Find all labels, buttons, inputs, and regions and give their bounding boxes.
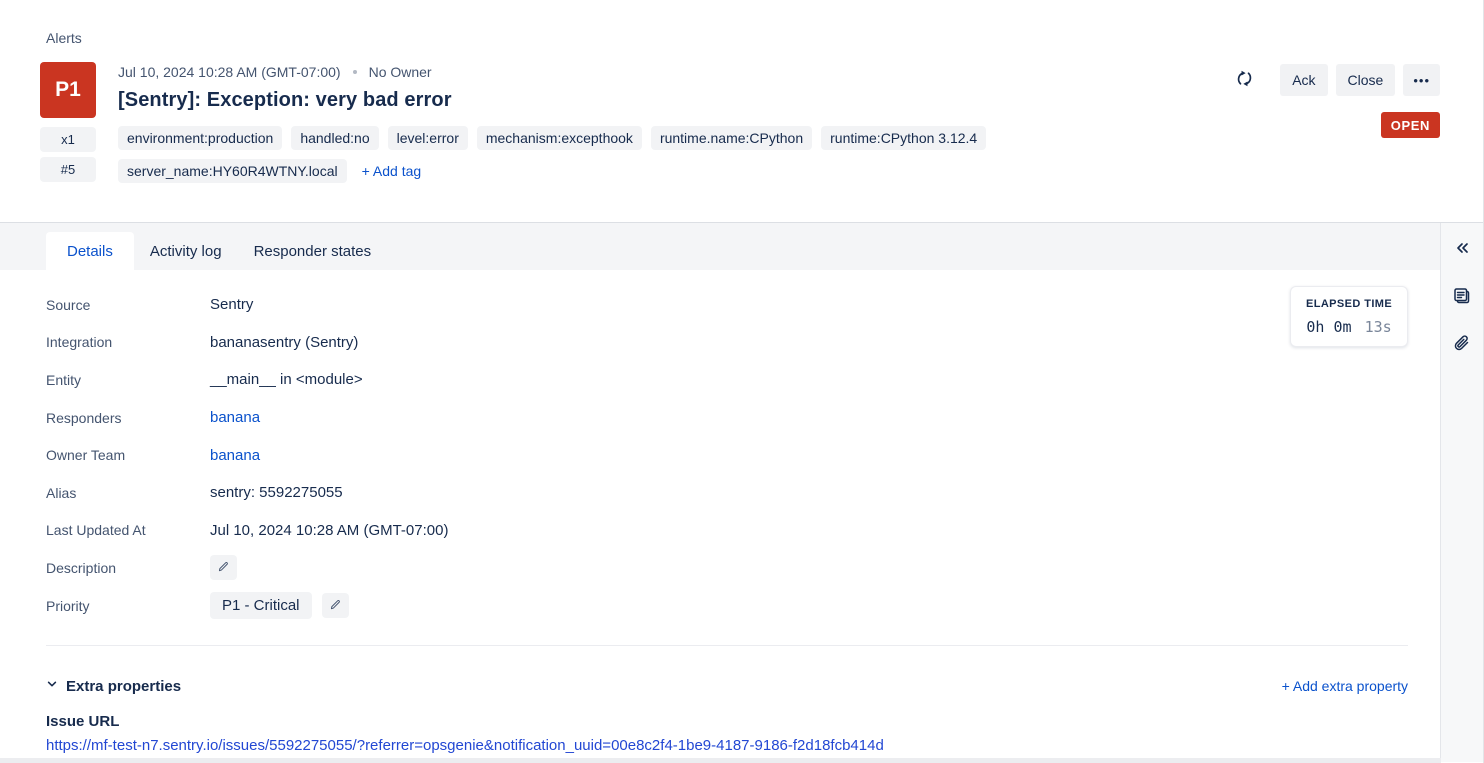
attachments-panel-button[interactable] bbox=[1450, 332, 1474, 359]
paperclip-icon bbox=[1452, 334, 1472, 357]
tag-pill: level:error bbox=[388, 126, 468, 150]
owner-team-link[interactable]: banana bbox=[210, 447, 260, 464]
meta-row: Jul 10, 2024 10:28 AM (GMT-07:00) No Own… bbox=[118, 64, 1128, 80]
notes-icon bbox=[1452, 286, 1472, 309]
priority-column: P1 x1 #5 bbox=[40, 62, 96, 183]
main-column: Details Activity log Responder states So… bbox=[0, 223, 1440, 762]
field-row-owner-team: Owner Team banana bbox=[46, 436, 448, 474]
tag-pill: mechanism:excepthook bbox=[477, 126, 642, 150]
priority-badge: P1 bbox=[40, 62, 96, 118]
elapsed-seconds: 13s bbox=[1365, 318, 1392, 336]
refresh-icon bbox=[1235, 69, 1254, 91]
field-row-source: Source Sentry bbox=[46, 286, 448, 324]
responders-link[interactable]: banana bbox=[210, 409, 260, 426]
right-sidebar bbox=[1440, 223, 1483, 762]
add-tag-link[interactable]: + Add tag bbox=[362, 163, 422, 179]
double-chevron-left-icon bbox=[1452, 238, 1472, 261]
field-label: Priority bbox=[46, 598, 210, 614]
tiny-id-badge: #5 bbox=[40, 157, 96, 182]
field-label: Integration bbox=[46, 334, 210, 350]
elapsed-time-card: ELAPSED TIME 0h 0m 13s bbox=[1290, 286, 1408, 347]
field-value: sentry: 5592275055 bbox=[210, 484, 343, 501]
elapsed-time-title: ELAPSED TIME bbox=[1301, 298, 1397, 310]
field-row-last-updated: Last Updated At Jul 10, 2024 10:28 AM (G… bbox=[46, 512, 448, 550]
alert-details-page: Alerts P1 x1 #5 Jul 10, 2024 10:28 AM (G… bbox=[0, 0, 1484, 763]
header-center: Jul 10, 2024 10:28 AM (GMT-07:00) No Own… bbox=[118, 62, 1128, 183]
elapsed-minutes: 0m bbox=[1333, 318, 1351, 336]
field-value: Sentry bbox=[210, 296, 253, 313]
tag-list: environment:production handled:no level:… bbox=[118, 126, 1118, 183]
collapse-sidebar-button[interactable] bbox=[1450, 236, 1474, 263]
field-value: __main__ in <module> bbox=[210, 371, 363, 388]
issue-url-label: Issue URL bbox=[46, 713, 1408, 730]
issue-url-link[interactable]: https://mf-test-n7.sentry.io/issues/5592… bbox=[46, 737, 1408, 754]
alert-header: Alerts P1 x1 #5 Jul 10, 2024 10:28 AM (G… bbox=[0, 0, 1483, 223]
field-label: Alias bbox=[46, 485, 210, 501]
field-list: Source Sentry Integration bananasentry (… bbox=[46, 286, 448, 624]
field-label: Source bbox=[46, 297, 210, 313]
elapsed-time-value: 0h 0m 13s bbox=[1301, 318, 1397, 336]
edit-description-button[interactable] bbox=[210, 555, 237, 580]
field-row-integration: Integration bananasentry (Sentry) bbox=[46, 324, 448, 362]
horizontal-scrollbar-track[interactable] bbox=[0, 758, 1441, 763]
tab-activity-log[interactable]: Activity log bbox=[134, 232, 238, 270]
alert-title: [Sentry]: Exception: very bad error bbox=[118, 89, 1128, 112]
tab-bar: Details Activity log Responder states bbox=[0, 223, 1440, 270]
field-label: Owner Team bbox=[46, 447, 210, 463]
pencil-icon bbox=[329, 598, 342, 614]
close-button[interactable]: Close bbox=[1336, 64, 1396, 96]
owner-label: No Owner bbox=[369, 64, 432, 80]
breadcrumb[interactable]: Alerts bbox=[46, 30, 82, 46]
pencil-icon bbox=[217, 560, 230, 576]
field-label: Last Updated At bbox=[46, 522, 210, 538]
extra-properties-title: Extra properties bbox=[66, 678, 181, 695]
field-label: Entity bbox=[46, 372, 210, 388]
dot-separator bbox=[353, 70, 357, 74]
field-label: Responders bbox=[46, 410, 210, 426]
notes-panel-button[interactable] bbox=[1450, 284, 1474, 311]
tag-pill: runtime.name:CPython bbox=[651, 126, 812, 150]
tab-responder-states[interactable]: Responder states bbox=[238, 232, 388, 270]
details-panel: Source Sentry Integration bananasentry (… bbox=[0, 270, 1440, 762]
add-extra-property-link[interactable]: + Add extra property bbox=[1282, 678, 1408, 694]
actions-row: Ack Close ••• bbox=[1231, 64, 1440, 96]
header-main: P1 x1 #5 Jul 10, 2024 10:28 AM (GMT-07:0… bbox=[40, 62, 1128, 183]
body: Details Activity log Responder states So… bbox=[0, 223, 1483, 762]
field-value: bananasentry (Sentry) bbox=[210, 334, 358, 351]
field-row-description: Description bbox=[46, 549, 448, 587]
tag-pill: handled:no bbox=[291, 126, 378, 150]
field-row-responders: Responders banana bbox=[46, 399, 448, 437]
elapsed-hours: 0h bbox=[1306, 318, 1324, 336]
extra-properties-toggle[interactable]: Extra properties bbox=[46, 677, 181, 695]
header-actions: Ack Close ••• OPEN bbox=[1231, 64, 1440, 138]
field-row-alias: Alias sentry: 5592275055 bbox=[46, 474, 448, 512]
field-row-entity: Entity __main__ in <module> bbox=[46, 361, 448, 399]
tab-details[interactable]: Details bbox=[46, 232, 134, 270]
section-divider bbox=[46, 645, 1408, 646]
edit-priority-button[interactable] bbox=[322, 593, 349, 618]
tag-pill: environment:production bbox=[118, 126, 282, 150]
status-row: OPEN bbox=[1231, 112, 1440, 138]
field-row-priority: Priority P1 - Critical bbox=[46, 587, 448, 625]
alert-count-badge: x1 bbox=[40, 127, 96, 152]
ack-button[interactable]: Ack bbox=[1280, 64, 1327, 96]
tag-pill: server_name:HY60R4WTNY.local bbox=[118, 159, 347, 183]
field-label: Description bbox=[46, 560, 210, 576]
status-badge: OPEN bbox=[1381, 112, 1440, 138]
extra-properties-header: Extra properties + Add extra property bbox=[46, 677, 1408, 695]
more-actions-button[interactable]: ••• bbox=[1403, 64, 1440, 96]
priority-value-pill: P1 - Critical bbox=[210, 592, 312, 619]
created-timestamp: Jul 10, 2024 10:28 AM (GMT-07:00) bbox=[118, 64, 341, 80]
tag-pill: runtime:CPython 3.12.4 bbox=[821, 126, 986, 150]
field-value: Jul 10, 2024 10:28 AM (GMT-07:00) bbox=[210, 522, 448, 539]
chevron-down-icon bbox=[46, 677, 58, 695]
refresh-button[interactable] bbox=[1231, 65, 1258, 95]
